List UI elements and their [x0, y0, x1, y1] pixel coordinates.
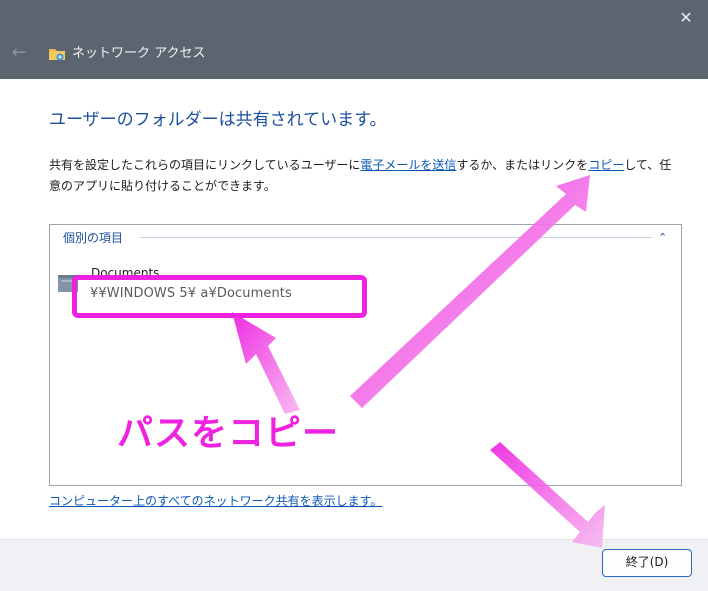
description-text: 共有を設定したこれらの項目にリンクしているユーザーに電子メールを送信するか、また…	[49, 155, 679, 197]
shared-items-group	[49, 224, 682, 486]
window-title: ネットワーク アクセス	[72, 46, 206, 61]
send-email-link[interactable]: 電子メールを送信	[360, 158, 456, 172]
network-folder-icon	[49, 49, 65, 61]
title-bar	[0, 0, 708, 79]
collapse-chevron-icon[interactable]: ⌃	[658, 229, 667, 247]
group-title: 個別の項目	[63, 231, 124, 245]
desc-part-2: するか、またはリンクを	[456, 158, 589, 172]
finish-button[interactable]: 終了(D)	[602, 549, 692, 577]
close-button[interactable]: ✕	[672, 6, 700, 30]
desc-part-1: 共有を設定したこれらの項目にリンクしているユーザーに	[49, 158, 361, 172]
path-highlight-box	[72, 275, 367, 318]
group-divider	[140, 237, 652, 238]
page-heading: ユーザーのフォルダーは共有されています。	[49, 110, 387, 130]
show-all-shares-link[interactable]: コンピューター上のすべてのネットワーク共有を表示します。	[49, 492, 382, 510]
copy-link[interactable]: コピー	[588, 158, 624, 172]
back-arrow-icon[interactable]: ←	[8, 42, 30, 64]
